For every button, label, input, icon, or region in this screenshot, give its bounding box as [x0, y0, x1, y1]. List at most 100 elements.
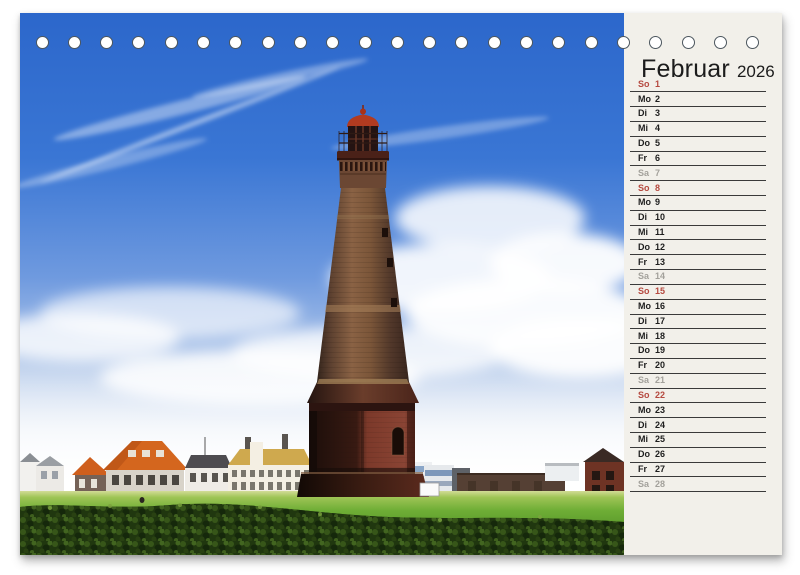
binding-hole — [36, 36, 49, 49]
binding-hole — [100, 36, 113, 49]
binding-hole — [68, 36, 81, 49]
day-abbrev-label: Mo — [638, 95, 655, 104]
corbel-flare — [307, 382, 419, 403]
day-abbrev-label: So — [638, 184, 655, 193]
day-number: 16 — [655, 302, 665, 311]
binding-hole — [165, 36, 178, 49]
day-number: 28 — [655, 480, 665, 489]
calendar-day-row: Do 19 — [630, 344, 766, 359]
far-white-building — [545, 465, 579, 481]
day-number: 8 — [655, 184, 660, 193]
day-number: 12 — [655, 243, 665, 252]
calendar-day-row: Do 26 — [630, 448, 766, 463]
lighthouse-photo — [20, 13, 624, 555]
day-abbrev-label: Mi — [638, 228, 655, 237]
day-number: 24 — [655, 421, 665, 430]
shaft-window — [387, 258, 393, 267]
day-abbrev-label: Fr — [638, 465, 655, 474]
day-number: 6 — [655, 154, 660, 163]
day-abbrev-label: Di — [638, 317, 655, 326]
calendar-day-row: Mo 2 — [630, 92, 766, 107]
day-number: 5 — [655, 139, 660, 148]
calendar-day-row: Di 17 — [630, 315, 766, 330]
day-abbrev-label: Mi — [638, 435, 655, 444]
day-number: 9 — [655, 198, 660, 207]
binding-hole — [649, 36, 662, 49]
calendar-day-row: Fr 20 — [630, 359, 766, 374]
binding-hole — [714, 36, 727, 49]
calendar-day-row: Mi 4 — [630, 122, 766, 137]
calendar-day-row: Fr 27 — [630, 463, 766, 478]
day-abbrev-label: So — [638, 391, 655, 400]
binding-hole — [617, 36, 630, 49]
calendar-day-row: Sa 14 — [630, 270, 766, 285]
shaft-window — [391, 298, 397, 307]
calendar-day-row: Sa 21 — [630, 374, 766, 389]
calendar-day-row: So 1 — [630, 78, 766, 93]
figure-on-lawn — [140, 497, 145, 503]
calendar-day-row: So 15 — [630, 285, 766, 300]
calendar-day-row: Fr 6 — [630, 152, 766, 167]
day-abbrev-label: Mi — [638, 124, 655, 133]
day-abbrev-label: Do — [638, 346, 655, 355]
binding-hole — [294, 36, 307, 49]
binding-hole — [197, 36, 210, 49]
day-abbrev-label: Di — [638, 421, 655, 430]
tan-roof — [228, 449, 312, 465]
day-number: 19 — [655, 346, 665, 355]
plinth — [297, 474, 429, 497]
calendar-day-row: Fr 13 — [630, 255, 766, 270]
day-abbrev-label: Mi — [638, 332, 655, 341]
day-abbrev-label: Sa — [638, 376, 655, 385]
calendar-day-row: So 22 — [630, 389, 766, 404]
binding-hole — [455, 36, 468, 49]
calendar-day-row: Mo 16 — [630, 300, 766, 315]
vent-ball — [360, 109, 366, 115]
day-abbrev-label: Do — [638, 243, 655, 252]
day-abbrev-label: Fr — [638, 154, 655, 163]
day-number: 4 — [655, 124, 660, 133]
calendar-page: Februar 2026 So 1 Mo 2 Di 3 — [20, 13, 782, 555]
day-number: 25 — [655, 435, 665, 444]
day-number: 1 — [655, 80, 660, 89]
calendar-day-row: Mi 11 — [630, 226, 766, 241]
calendar-day-row: Do 5 — [630, 137, 766, 152]
day-abbrev-label: Di — [638, 109, 655, 118]
binding-hole — [132, 36, 145, 49]
lighthouse-photo-art — [20, 13, 624, 555]
binding-hole — [229, 36, 242, 49]
binding-hole — [520, 36, 533, 49]
day-number: 18 — [655, 332, 665, 341]
day-abbrev-label: Sa — [638, 169, 655, 178]
binding-hole — [262, 36, 275, 49]
day-abbrev-label: Fr — [638, 258, 655, 267]
calendar-day-row: Sa 7 — [630, 166, 766, 181]
chimney — [282, 434, 288, 449]
binding-hole — [552, 36, 565, 49]
day-abbrev-label: Sa — [638, 480, 655, 489]
day-list: So 1 Mo 2 Di 3 Mi 4 — [630, 78, 766, 493]
binding-hole — [359, 36, 372, 49]
shaft-window — [382, 228, 388, 237]
binding-hole — [423, 36, 436, 49]
dutch-gable — [250, 442, 263, 465]
calendar-day-row: Di 24 — [630, 418, 766, 433]
day-abbrev-label: Mo — [638, 198, 655, 207]
day-number: 14 — [655, 272, 665, 281]
binding-hole — [488, 36, 501, 49]
calendar-day-row: Mo 23 — [630, 403, 766, 418]
mansard-roof — [185, 455, 232, 468]
binding-hole — [391, 36, 404, 49]
binding-hole — [326, 36, 339, 49]
calendar-day-row: Di 3 — [630, 107, 766, 122]
day-abbrev-label: Do — [638, 139, 655, 148]
day-number: 21 — [655, 376, 665, 385]
binding-hole — [746, 36, 759, 49]
sign-board — [420, 483, 439, 496]
day-abbrev-label: Do — [638, 450, 655, 459]
day-number: 15 — [655, 287, 665, 296]
binding-hole — [682, 36, 695, 49]
calendar-day-row: Di 10 — [630, 211, 766, 226]
day-number: 2 — [655, 95, 660, 104]
calendar-day-row: So 8 — [630, 181, 766, 196]
